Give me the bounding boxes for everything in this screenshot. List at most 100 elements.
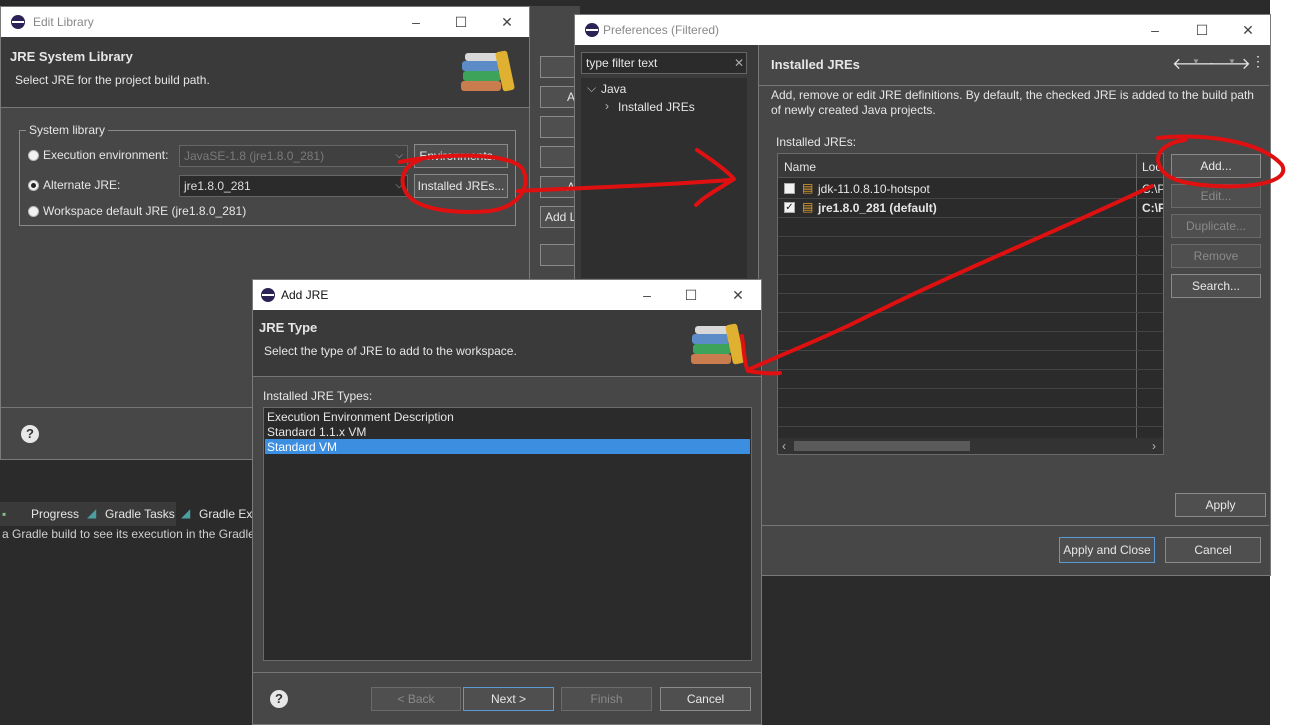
alternate-jre-radio[interactable]	[28, 180, 39, 191]
tab-gradle-tasks[interactable]: Gradle Tasks	[105, 507, 175, 521]
filter-input[interactable]: type filter text ✕	[581, 52, 747, 74]
table-gridline	[778, 350, 1163, 351]
chevron-down-icon[interactable]: ▼	[1228, 57, 1236, 66]
duplicate-button[interactable]: Duplicate...	[1171, 214, 1261, 238]
apply-button[interactable]: Apply	[1175, 493, 1266, 517]
table-label: Installed JREs:	[776, 135, 857, 149]
add-jre-header: JRE Type Select the type of JRE to add t…	[253, 310, 761, 376]
row-location: C:\P	[1142, 201, 1164, 215]
remove-button[interactable]: Remove	[1171, 244, 1261, 268]
table-gridline	[778, 217, 1163, 218]
table-gridline	[778, 198, 1163, 199]
eclipse-icon	[11, 15, 25, 29]
close-button[interactable]: ✕	[497, 13, 517, 31]
table-gridline	[778, 293, 1163, 294]
system-library-group-label: System library	[26, 123, 109, 137]
exec-env-combo[interactable]: JavaSE-1.8 (jre1.8.0_281) ⌵	[179, 145, 408, 167]
column-name[interactable]: Name	[784, 160, 816, 174]
chevron-right-icon[interactable]: ›	[605, 99, 609, 113]
row-checkbox[interactable]	[784, 183, 795, 194]
list-item-label: Standard VM	[267, 440, 338, 454]
add-jre-title: Add JRE	[281, 288, 329, 302]
installed-jres-button[interactable]: Installed JREs...	[414, 174, 508, 198]
add-jre-heading: JRE Type	[259, 320, 318, 335]
list-item[interactable]: Execution Environment Description	[265, 409, 750, 424]
finish-button[interactable]: Finish	[561, 687, 652, 711]
row-name: jdk-11.0.8.10-hotspot	[818, 182, 930, 196]
footer-separator	[759, 525, 1269, 526]
maximize-button[interactable]: ☐	[451, 13, 471, 31]
jre-books-icon	[689, 320, 746, 370]
row-name: jre1.8.0_281 (default)	[818, 201, 937, 215]
tree-item-java[interactable]: Java	[601, 82, 626, 96]
scroll-left-icon[interactable]: ‹	[782, 439, 786, 453]
help-icon[interactable]: ?	[270, 690, 288, 708]
environments-button[interactable]: Environments...	[414, 144, 508, 168]
preferences-titlebar: Preferences (Filtered) – ☐ ✕	[575, 15, 1270, 45]
tab-gradle-executions[interactable]: Gradle Exe	[199, 507, 259, 521]
add-jre-description: Select the type of JRE to add to the wor…	[264, 344, 517, 358]
gradle-view-message: a Gradle build to see its execution in t…	[2, 527, 255, 541]
add-button[interactable]: Add...	[1171, 154, 1261, 178]
workspace-default-radio[interactable]	[28, 206, 39, 217]
progress-icon: ▪	[2, 507, 7, 521]
table-gridline	[778, 369, 1163, 370]
gradle-exec-icon: ◢	[181, 506, 191, 520]
close-button[interactable]: ✕	[728, 286, 748, 304]
maximize-button[interactable]: ☐	[681, 286, 701, 304]
workbench-right-edge	[1270, 0, 1290, 725]
list-item[interactable]: Standard 1.1.x VM	[265, 424, 750, 439]
table-gridline	[778, 312, 1163, 313]
gradle-icon: ◢	[87, 506, 97, 520]
table-gridline	[778, 426, 1163, 427]
tree-item-installed-jres[interactable]: Installed JREs	[618, 100, 695, 114]
minimize-button[interactable]: –	[1145, 21, 1165, 39]
scrollbar-thumb[interactable]	[794, 441, 970, 451]
chevron-down-icon: ⌵	[395, 180, 403, 191]
chevron-down-icon[interactable]: ▼	[1192, 57, 1200, 66]
add-jre-dialog: Add JRE – ☐ ✕ JRE Type Select the type o…	[252, 279, 762, 725]
preferences-tree: ⌵ Java › Installed JREs	[581, 78, 747, 278]
minimize-button[interactable]: –	[406, 13, 426, 31]
list-item-label: Execution Environment Description	[267, 410, 454, 424]
table-gridline	[778, 407, 1163, 408]
eclipse-icon	[585, 23, 599, 37]
cancel-button[interactable]: Cancel	[1165, 537, 1261, 563]
close-button[interactable]: ✕	[1238, 21, 1258, 39]
help-icon[interactable]: ?	[21, 425, 39, 443]
maximize-button[interactable]: ☐	[1192, 21, 1212, 39]
exec-env-radio[interactable]	[28, 150, 39, 161]
add-jre-titlebar: Add JRE – ☐ ✕	[253, 280, 761, 310]
tab-progress[interactable]: Progress	[31, 507, 79, 521]
search-button[interactable]: Search...	[1171, 274, 1261, 298]
clear-filter-icon[interactable]: ✕	[734, 56, 744, 70]
back-button[interactable]: < Back	[371, 687, 461, 711]
apply-and-close-button[interactable]: Apply and Close	[1059, 537, 1155, 563]
column-location[interactable]: Loc	[1142, 160, 1161, 174]
jre-types-label: Installed JRE Types:	[263, 389, 373, 403]
next-button[interactable]: Next >	[463, 687, 554, 711]
table-row[interactable]: ▤ jdk-11.0.8.10-hotspot C:\P	[778, 179, 1163, 198]
table-row[interactable]: ✓ ▤ jre1.8.0_281 (default) C:\P	[778, 198, 1163, 217]
edit-button[interactable]: Edit...	[1171, 184, 1261, 208]
chevron-down-icon: ⌵	[395, 150, 403, 161]
edit-library-titlebar: Edit Library – ☐ ✕	[1, 7, 529, 37]
page-title: Installed JREs	[771, 57, 860, 72]
alternate-jre-combo[interactable]: jre1.8.0_281 ⌵	[179, 175, 408, 197]
more-menu-icon[interactable]: ⋮	[1251, 53, 1265, 70]
chevron-down-icon[interactable]: ⌵	[587, 81, 596, 96]
exec-env-label: Execution environment:	[43, 148, 169, 162]
table-gridline	[778, 331, 1163, 332]
scroll-right-icon[interactable]: ›	[1152, 439, 1156, 453]
row-location: C:\P	[1142, 182, 1164, 196]
cancel-button[interactable]: Cancel	[660, 687, 751, 711]
horizontal-scrollbar[interactable]: ‹ ›	[778, 438, 1163, 454]
header-separator	[1, 107, 529, 108]
page-description: Add, remove or edit JRE definitions. By …	[771, 88, 1266, 118]
minimize-button[interactable]: –	[637, 286, 657, 304]
table-gridline	[778, 388, 1163, 389]
jre-table: Name Loc ▤ jdk-11.0.8.10-hotspot C:\P ✓ …	[777, 153, 1164, 455]
list-item-selected[interactable]: Standard VM	[265, 439, 750, 454]
views-tabbar: ▪ Progress ◢ Gradle Tasks ◢ Gradle Exe	[0, 502, 259, 526]
row-checkbox-checked[interactable]: ✓	[784, 202, 795, 213]
